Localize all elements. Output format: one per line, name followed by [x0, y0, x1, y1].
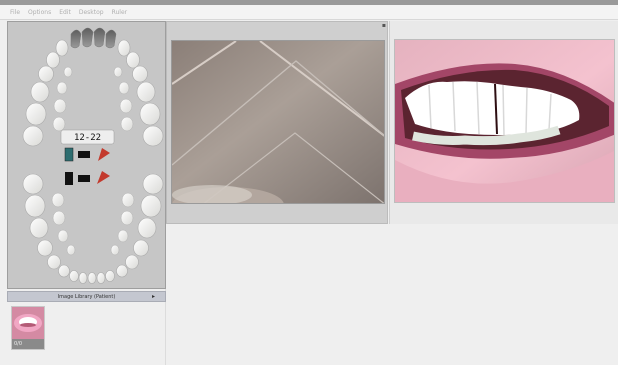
tooth-chart: 12-22	[7, 21, 166, 289]
marker-teal-top[interactable]	[64, 147, 74, 162]
marker-black-left-bottom[interactable]	[65, 172, 73, 185]
empty-workspace	[166, 224, 618, 365]
lower-arch	[22, 173, 164, 284]
marker-black-bottom[interactable]	[78, 175, 90, 182]
camera-panel-right	[389, 21, 618, 224]
thumbnail-label: 0/0	[12, 339, 44, 349]
image-thumbnail[interactable]: 0/0	[11, 306, 45, 350]
tooth-range-label: 12-22	[74, 133, 101, 143]
marker-red-top[interactable]	[98, 148, 110, 161]
menu-edit[interactable]: Edit	[59, 9, 71, 16]
captured-intraoral-image[interactable]	[394, 39, 615, 203]
panel-corner-icon[interactable]: ▪	[382, 22, 386, 29]
camera-panel-left: ▪	[166, 21, 388, 224]
tooth-chart-drawing: 12-22	[22, 27, 164, 284]
marker-black-top[interactable]	[78, 151, 90, 158]
left-panel: 12-22 Image Library (Patient) ▸ 0/0	[0, 21, 166, 365]
image-library-title: Image Library (Patient)	[57, 293, 116, 300]
marker-red-bottom[interactable]	[97, 171, 110, 184]
menu-options[interactable]: Options	[28, 9, 51, 16]
menu-file[interactable]: File	[10, 9, 20, 16]
menu-bar: File Options Edit Desktop Ruler	[0, 5, 618, 20]
live-video-feed[interactable]	[171, 40, 385, 204]
chevron-right-icon[interactable]: ▸	[152, 293, 155, 300]
menu-ruler[interactable]: Ruler	[112, 9, 128, 16]
tooth-selection-controls: 12-22	[60, 129, 115, 185]
mouth-photo	[395, 40, 614, 202]
upper-arch	[22, 27, 164, 147]
mouth-thumbnail-image	[12, 307, 44, 339]
ceiling-tile-image	[172, 41, 384, 203]
image-library-header[interactable]: Image Library (Patient) ▸	[7, 291, 166, 302]
dental-imaging-app: File Options Edit Desktop Ruler 12-22 Im…	[0, 0, 618, 365]
menu-desktop[interactable]: Desktop	[79, 9, 104, 16]
